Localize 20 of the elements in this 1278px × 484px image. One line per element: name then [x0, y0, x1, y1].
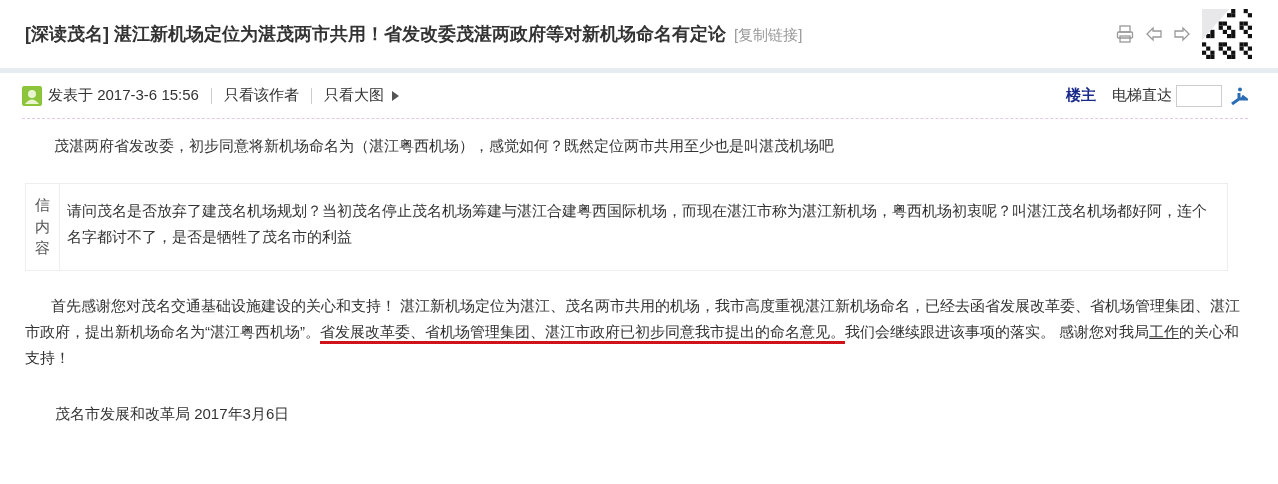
arrow-left-icon[interactable] — [1146, 26, 1162, 42]
qr-code-drawing — [1202, 9, 1252, 59]
floor-label: 楼主 — [1066, 85, 1096, 106]
post-time: 发表于 2017-3-6 15:56 — [48, 85, 199, 106]
letter-text: 请问茂名是否放弃了建茂名机场规划？当初茂名停止茂名机场筹建与湛江合建粤西国际机场，而现在湛江市称为湛江新机场，粤西机场初衷呢？叫湛江茂名机场都好阿，连个名字都讨不了，是否是牺牲了茂名市的利益 — [66, 200, 1209, 247]
post-body: 茂湛两府省发改委，初步同意将新机场命名为（湛江粤西机场），感觉如何？既然定位两市共用至少也是叫湛茂机场吧 — [54, 136, 835, 156]
signature: 茂名市发展和改革局 2017年3月6日 — [55, 403, 291, 424]
letter-label: 信内容 — [26, 183, 61, 270]
images-only-link[interactable]: 只看大图 — [323, 84, 384, 107]
thread-title: [深读茂名] 湛江新机场定位为湛茂两市共用！省发改委茂湛两政府等对新机场命名有定论 — [25, 22, 726, 46]
floor-input-field[interactable] — [1176, 84, 1222, 107]
jump-icon[interactable] — [1230, 86, 1248, 105]
arrow-right-icon[interactable] — [1174, 26, 1190, 42]
caret-icon[interactable] — [391, 90, 399, 101]
elevator-label: 电梯直达 — [1112, 85, 1172, 106]
link[interactable]: 工作 — [1149, 322, 1180, 340]
author-only-link[interactable]: 只看该作者 — [223, 84, 299, 107]
avatar-icon — [22, 85, 42, 106]
print-icon[interactable] — [1116, 25, 1134, 43]
reply-text: 首先感谢您对茂名交通基础设施建设的关心和支持！ 湛江新机场定位为湛江、茂名两市共用的机场，我市高度重视湛江新机场命名，已经去函省发展改革委、省机场管理集团、湛江市政府，提出新机场命名为“湛江粤西机场”。省发展改革委、省机场管理集团、湛江市政府已初步同意我市提出的命名意见。我们会继续跟进该事项的落实。 感谢您对我局工作的关心和支持！ — [25, 295, 1242, 368]
